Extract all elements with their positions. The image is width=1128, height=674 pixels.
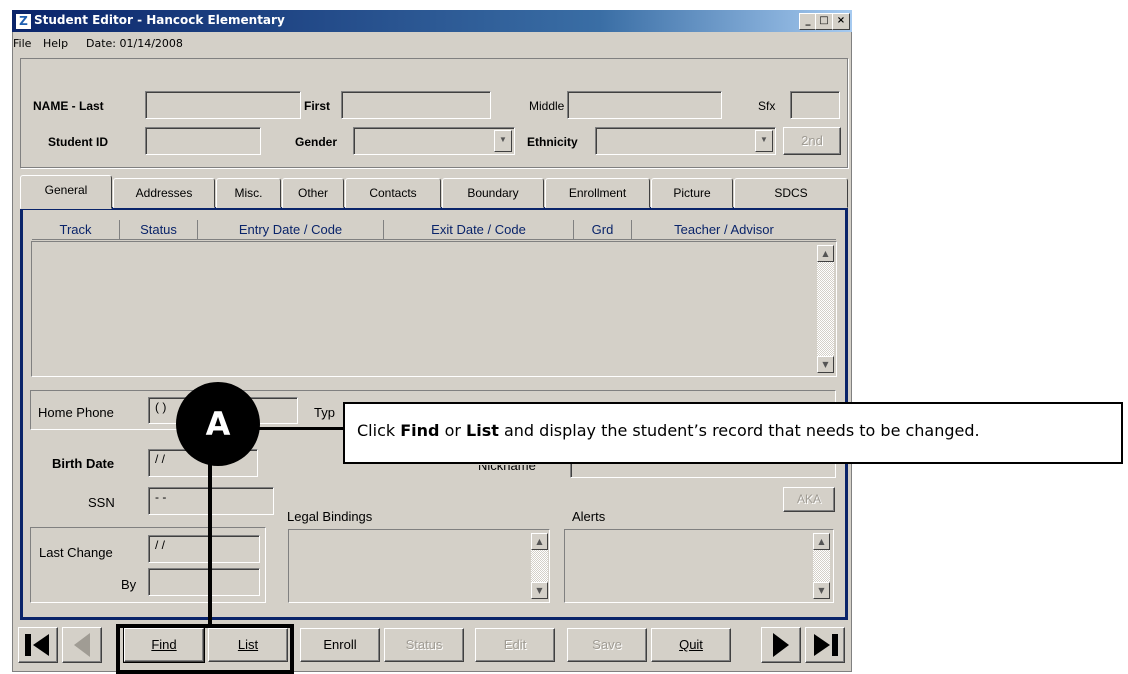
menu-date[interactable]: Date: 01/14/2008 xyxy=(86,37,183,50)
previous-icon xyxy=(74,633,90,657)
last-name-field[interactable] xyxy=(145,91,301,119)
scroll-up-icon[interactable]: ▲ xyxy=(817,245,834,262)
legal-bindings-label: Legal Bindings xyxy=(287,509,373,524)
quit-button[interactable]: Quit xyxy=(651,628,731,662)
last-change-field: / / xyxy=(148,535,260,563)
status-button[interactable]: Status xyxy=(384,628,464,662)
scroll-down-icon[interactable]: ▼ xyxy=(531,582,548,599)
student-id-label: Student ID xyxy=(48,135,108,149)
phone-type-label: Typ xyxy=(314,405,335,420)
alerts-label: Alerts xyxy=(572,509,606,524)
callout-marker: A xyxy=(176,382,260,466)
middle-name-label: Middle xyxy=(529,99,565,113)
enrollment-scrollbar[interactable] xyxy=(817,245,834,373)
tab-general[interactable]: General xyxy=(20,175,112,209)
quit-button-label: Quit xyxy=(679,637,703,652)
menu-help[interactable]: Help xyxy=(43,37,68,50)
callout-list: List xyxy=(466,421,499,440)
column-grade[interactable]: Grd xyxy=(574,220,632,240)
chevron-down-icon[interactable]: ▼ xyxy=(494,130,512,152)
tab-boundary[interactable]: Boundary xyxy=(442,178,544,208)
student-id-field[interactable] xyxy=(145,127,261,155)
callout-text-pre: Click xyxy=(357,421,401,440)
next-icon xyxy=(773,633,789,657)
second-ethnicity-button[interactable]: 2nd xyxy=(783,127,841,155)
tab-other[interactable]: Other xyxy=(282,178,344,208)
callout-box: Click Find or List and display the stude… xyxy=(343,402,1123,464)
column-entry-date[interactable]: Entry Date / Code xyxy=(198,220,384,240)
gender-select[interactable]: ▼ xyxy=(353,127,515,155)
enrollment-list[interactable] xyxy=(31,241,837,377)
first-name-field[interactable] xyxy=(341,91,491,119)
scroll-down-icon[interactable]: ▼ xyxy=(813,582,830,599)
edit-button[interactable]: Edit xyxy=(475,628,555,662)
chevron-down-icon[interactable]: ▼ xyxy=(755,130,773,152)
skip-first-icon xyxy=(25,634,49,656)
previous-record-button[interactable] xyxy=(62,627,102,663)
scroll-up-icon[interactable]: ▲ xyxy=(531,533,548,550)
first-name-label: First xyxy=(304,99,331,113)
find-list-highlight xyxy=(116,624,294,674)
tab-picture[interactable]: Picture xyxy=(651,178,733,208)
ssn-label: SSN xyxy=(88,495,115,510)
window-title: Student Editor - Hancock Elementary xyxy=(34,13,285,27)
save-button[interactable]: Save xyxy=(567,628,647,662)
callout-pointer-line xyxy=(208,464,212,626)
last-change-label: Last Change xyxy=(39,545,113,560)
birth-date-label: Birth Date xyxy=(52,456,115,471)
tab-contacts[interactable]: Contacts xyxy=(345,178,441,208)
gender-label: Gender xyxy=(295,135,338,149)
scroll-down-icon[interactable]: ▼ xyxy=(817,356,834,373)
column-exit-date[interactable]: Exit Date / Code xyxy=(384,220,574,240)
tab-misc[interactable]: Misc. xyxy=(216,178,281,208)
app-icon: Z xyxy=(15,13,32,30)
callout-text-mid: or xyxy=(439,421,467,440)
ethnicity-label: Ethnicity xyxy=(527,135,578,149)
suffix-field[interactable] xyxy=(790,91,840,119)
maximize-icon[interactable]: □ xyxy=(815,13,833,30)
menu-bar: File Help Date: 01/14/2008 xyxy=(13,34,851,54)
callout-text-post: and display the student’s record that ne… xyxy=(498,421,980,440)
callout-find: Find xyxy=(400,421,440,440)
menu-file[interactable]: File xyxy=(13,37,31,50)
tab-addresses[interactable]: Addresses xyxy=(113,178,215,208)
last-record-button[interactable] xyxy=(805,627,845,663)
column-teacher[interactable]: Teacher / Advisor xyxy=(632,220,816,240)
scroll-up-icon[interactable]: ▲ xyxy=(813,533,830,550)
by-label: By xyxy=(121,577,137,592)
enroll-button[interactable]: Enroll xyxy=(300,628,380,662)
aka-button[interactable]: AKA xyxy=(783,487,835,512)
last-name-label: NAME - Last xyxy=(33,99,104,113)
close-icon[interactable]: × xyxy=(832,13,850,30)
next-record-button[interactable] xyxy=(761,627,801,663)
alerts-list[interactable] xyxy=(564,529,834,603)
title-bar[interactable]: Z Student Editor - Hancock Elementary _ … xyxy=(12,10,852,32)
column-status[interactable]: Status xyxy=(120,220,198,240)
legal-bindings-list[interactable] xyxy=(288,529,550,603)
first-record-button[interactable] xyxy=(18,627,58,663)
tab-sdcs[interactable]: SDCS xyxy=(734,178,848,208)
skip-last-icon xyxy=(814,634,838,656)
column-track[interactable]: Track xyxy=(32,220,120,240)
callout-connector xyxy=(258,427,344,430)
suffix-label: Sfx xyxy=(758,99,776,113)
home-phone-label: Home Phone xyxy=(38,405,114,420)
middle-name-field[interactable] xyxy=(567,91,722,119)
by-field xyxy=(148,568,260,596)
ethnicity-select[interactable]: ▼ xyxy=(595,127,776,155)
tab-enrollment[interactable]: Enrollment xyxy=(545,178,650,208)
